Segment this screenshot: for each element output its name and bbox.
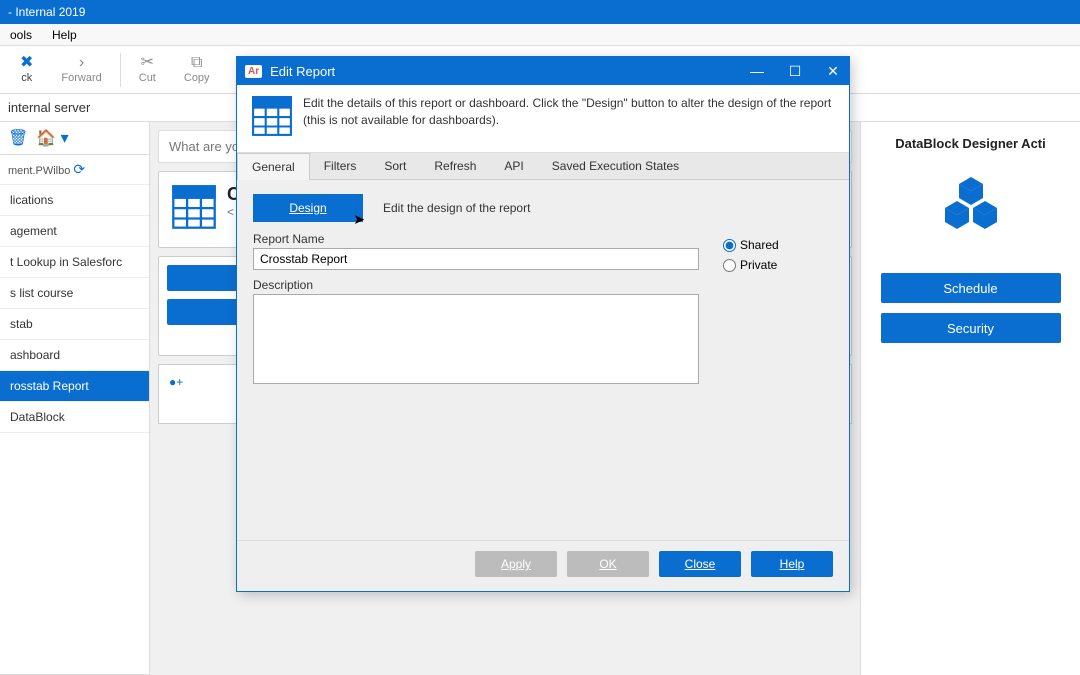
main-window-titlebar: - Internal 2019 (0, 0, 1080, 24)
edit-report-dialog: Ar Edit Report — ☐ ✕ Edit the details of… (236, 56, 850, 592)
shared-label: Shared (740, 238, 779, 252)
left-navigation: 🗑 🏠 ▾ ment.PWilbo ⟳ licationsagementt Lo… (0, 122, 150, 675)
menu-bar: ools Help (0, 24, 1080, 46)
tab-general[interactable]: General (237, 153, 310, 180)
report-name-label: Report Name (253, 232, 699, 246)
nav-item[interactable]: s list course (0, 278, 149, 309)
close-button[interactable]: Close (659, 551, 741, 577)
cut-button[interactable]: ✂ Cut (125, 55, 170, 84)
right-actions-panel: DataBlock Designer Acti Schedule Securit… (860, 122, 1080, 675)
description-label: Description (253, 278, 699, 292)
help-button[interactable]: Help (751, 551, 833, 577)
schedule-button[interactable]: Schedule (881, 273, 1061, 303)
maximize-icon[interactable]: ☐ (787, 63, 803, 80)
dialog-titlebar[interactable]: Ar Edit Report — ☐ ✕ (237, 57, 849, 85)
security-button[interactable]: Security (881, 313, 1061, 343)
shared-radio[interactable] (723, 239, 736, 252)
back-icon: ✖ (20, 55, 33, 71)
cut-icon: ✂ (141, 55, 154, 71)
tab-sort[interactable]: Sort (370, 153, 420, 179)
nav-path: ment.PWilbo ⟳ (0, 155, 149, 185)
server-label: internal server (8, 100, 90, 115)
private-label: Private (740, 258, 777, 272)
add-indicator[interactable]: ●+ (169, 375, 183, 389)
apply-button: Apply (475, 551, 557, 577)
nav-item[interactable]: DataBlock (0, 402, 149, 433)
report-name-input[interactable] (253, 248, 699, 270)
copy-icon: ⧉ (191, 55, 202, 71)
back-button[interactable]: ✖ ck (6, 55, 47, 84)
menu-help[interactable]: Help (42, 28, 87, 42)
nav-item[interactable]: rosstab Report (0, 371, 149, 402)
right-panel-title: DataBlock Designer Acti (895, 136, 1046, 151)
minimize-icon[interactable]: — (749, 63, 765, 80)
title-text: - Internal 2019 (8, 5, 85, 19)
report-grid-icon (171, 184, 217, 235)
close-icon[interactable]: ✕ (825, 63, 841, 80)
dialog-title: Edit Report (270, 64, 335, 79)
design-description: Edit the design of the report (383, 201, 530, 215)
tab-saved-execution-states[interactable]: Saved Execution States (538, 153, 693, 179)
mouse-cursor-icon: ➤ (353, 211, 365, 228)
tab-api[interactable]: API (490, 153, 537, 179)
nav-item[interactable]: t Lookup in Salesforc (0, 247, 149, 278)
trash-icon[interactable]: 🗑 (8, 128, 28, 148)
dialog-footer: Apply OK Close Help (237, 540, 849, 591)
description-textarea[interactable] (253, 294, 699, 384)
copy-button[interactable]: ⧉ Copy (170, 55, 224, 84)
design-button[interactable]: Design ➤ (253, 194, 363, 222)
menu-tools[interactable]: ools (0, 28, 42, 42)
nav-item[interactable]: ashboard (0, 340, 149, 371)
forward-icon: › (79, 55, 84, 71)
dialog-body: Design ➤ Edit the design of the report R… (237, 180, 849, 540)
nav-item[interactable]: stab (0, 309, 149, 340)
dialog-tabs: GeneralFiltersSortRefreshAPISaved Execut… (237, 153, 849, 180)
nav-item[interactable]: agement (0, 216, 149, 247)
dialog-grid-icon (251, 95, 293, 142)
forward-button[interactable]: › Forward (47, 55, 115, 84)
ok-button: OK (567, 551, 649, 577)
tab-filters[interactable]: Filters (310, 153, 371, 179)
refresh-icon[interactable]: ⟳ (73, 161, 85, 177)
toolbar-separator (120, 53, 121, 87)
tab-refresh[interactable]: Refresh (420, 153, 490, 179)
dialog-header: Edit the details of this report or dashb… (237, 85, 849, 153)
nav-item[interactable]: lications (0, 185, 149, 216)
home-icon[interactable]: 🏠 ▾ (36, 128, 68, 148)
private-radio[interactable] (723, 259, 736, 272)
app-badge: Ar (245, 65, 262, 78)
datablock-icon (941, 177, 1001, 238)
dialog-description: Edit the details of this report or dashb… (303, 95, 835, 142)
